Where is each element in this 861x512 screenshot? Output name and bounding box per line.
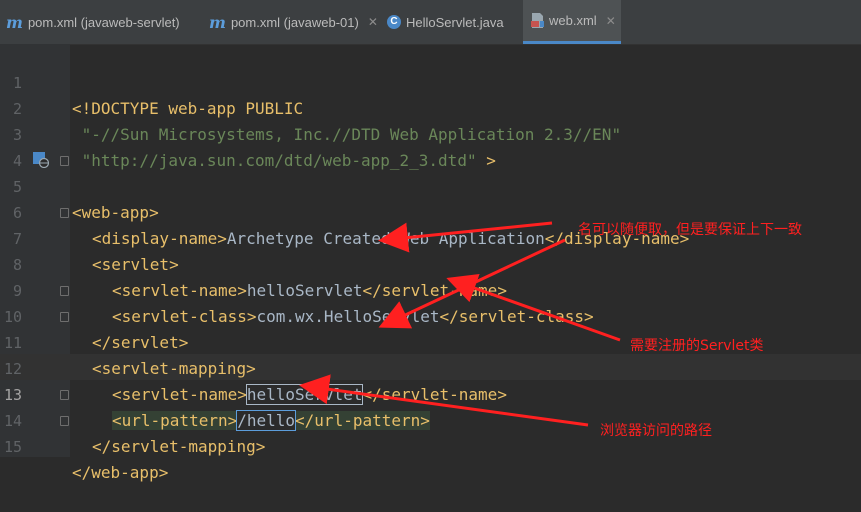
arrow-to-url-pattern <box>299 374 589 427</box>
arrow-to-servlet-name <box>378 221 553 253</box>
annotation-servlet-class: 需要注册的Servlet类 <box>630 338 764 354</box>
arrow-to-servlet-class <box>446 273 621 342</box>
code-text: </web-app> <box>72 463 169 482</box>
annotation-name-consistency: 名可以随便取，但是要保证上下一致 <box>578 222 802 238</box>
annotation-url-path: 浏览器访问的路径 <box>600 423 712 439</box>
